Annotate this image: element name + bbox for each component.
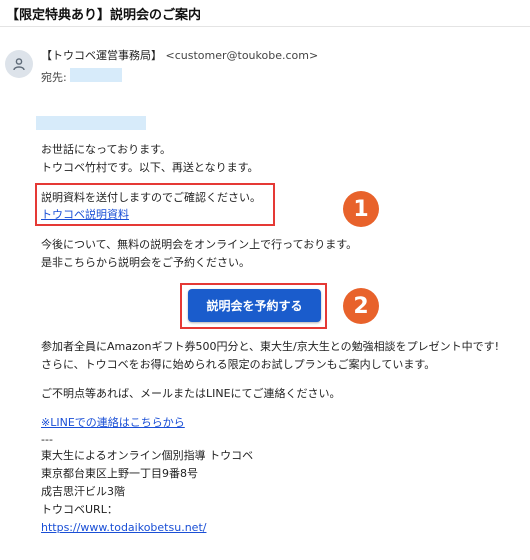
annotation-badge-1: 1	[343, 191, 379, 227]
signature-url-label: トウコベURL：	[41, 503, 118, 516]
highlight-box-1	[35, 183, 275, 226]
gift-text-2: さらに、トウコベをお得に始められる限定のお試しプランもご案内しています。	[41, 358, 436, 371]
to-label: 宛先:	[41, 71, 67, 84]
line-contact-link[interactable]: ※LINEでの連絡はこちらから	[41, 416, 185, 429]
gift-text-1: 参加者全員にAmazonギフト券500円分と、東大生/京大生との勉強相談をプレゼ…	[41, 340, 500, 353]
sender-email[interactable]: <customer@toukobe.com>	[166, 49, 319, 62]
seminar-text-2: 是非こちらから説明会をご予約ください。	[41, 256, 250, 269]
contact-text: ご不明点等あれば、メールまたはLINEにてご連絡ください。	[41, 387, 341, 400]
signature-line-2: 東京都台東区上野一丁目9番8号	[41, 467, 198, 480]
email-subject: 【限定特典あり】説明会のご案内	[6, 8, 202, 23]
signature-line-3: 成吉思汗ビル3階	[41, 485, 125, 498]
sender-name: 【トウコベ運営事務局】	[41, 49, 162, 62]
person-icon	[13, 58, 25, 71]
signature-line-1: 東大生によるオンライン個別指導 トウコベ	[41, 449, 254, 462]
signature-url-link[interactable]: https://www.todaikobetsu.net/	[41, 521, 206, 534]
intro-text: トウコベ竹村です。以下、再送となります。	[41, 161, 259, 174]
header-divider	[0, 26, 530, 27]
name-redaction	[36, 116, 146, 130]
recipient-redaction	[70, 68, 122, 82]
reserve-seminar-button[interactable]: 説明会を予約する	[188, 289, 321, 322]
sender-line: 【トウコベ運営事務局】 <customer@toukobe.com>	[41, 47, 318, 63]
greeting-text: お世話になっております。	[41, 143, 172, 156]
annotation-badge-2: 2	[343, 288, 379, 324]
seminar-text-1: 今後について、無料の説明会をオンライン上で行っております。	[41, 238, 358, 251]
sender-avatar[interactable]	[5, 50, 33, 78]
